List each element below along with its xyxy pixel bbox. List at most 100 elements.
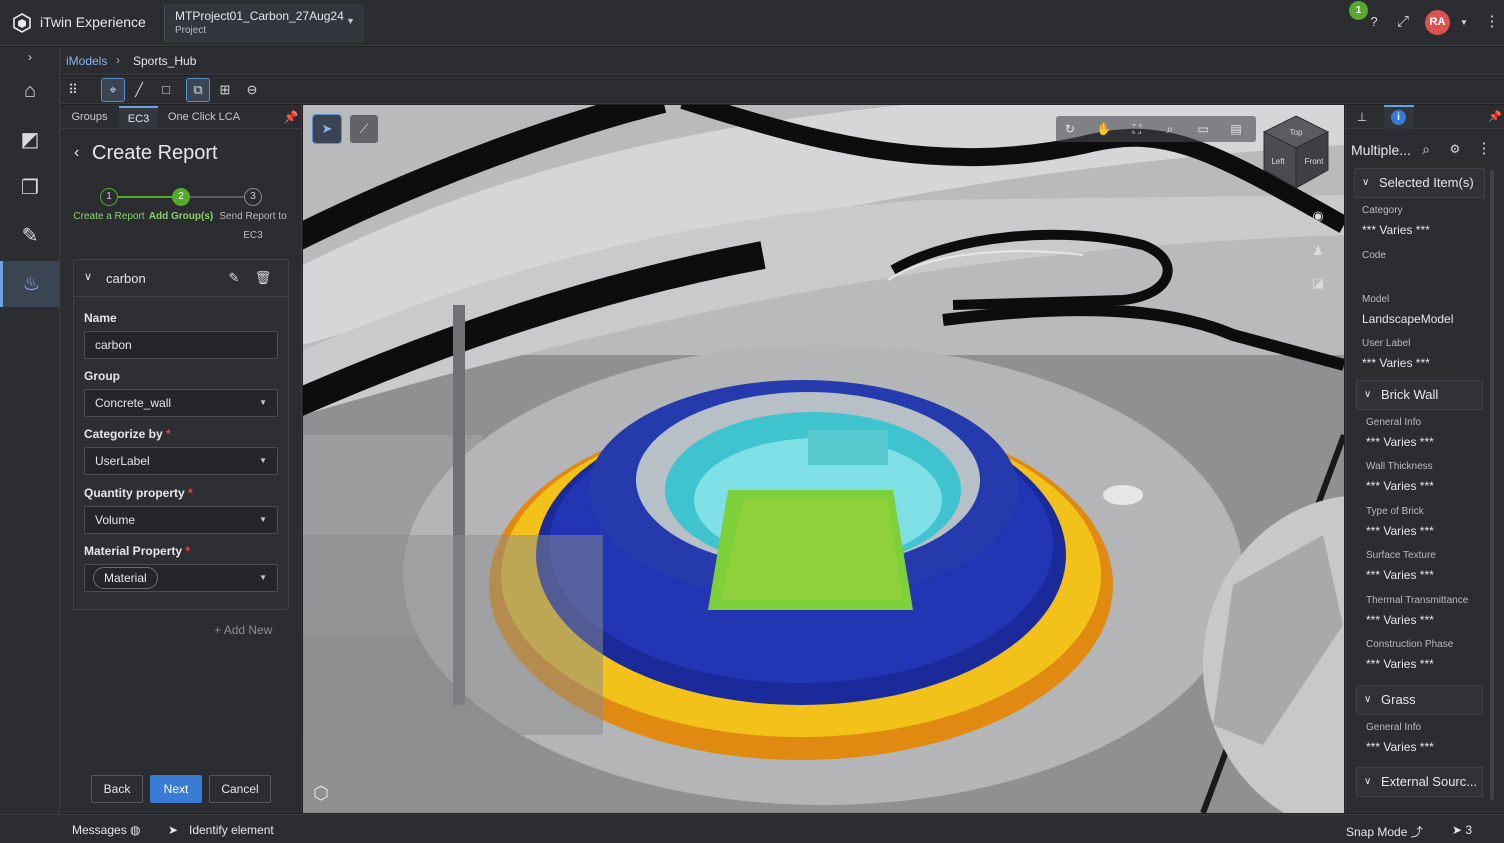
material-label: Material Property *: [84, 544, 191, 558]
walk-icon[interactable]: ♟: [1307, 240, 1329, 262]
carbon-footprint-icon[interactable]: ♨: [0, 261, 60, 307]
name-label: Name: [84, 311, 117, 325]
section-grass[interactable]: ∨ Grass: [1356, 685, 1483, 715]
cube-top-label: Top: [1290, 128, 1303, 137]
prop-value: *** Varies ***: [1366, 657, 1434, 671]
point-tool-icon[interactable]: ⌖: [101, 78, 125, 102]
camera-icon[interactable]: ◉: [1307, 205, 1329, 227]
prop-label: Wall Thickness: [1366, 461, 1433, 472]
prop-value: *** Varies ***: [1366, 479, 1434, 493]
view-cube[interactable]: Top Left Front: [1260, 112, 1332, 192]
breadcrumb-imodels[interactable]: iModels: [66, 54, 107, 68]
plus-icon: +: [214, 623, 222, 637]
selection-count[interactable]: ➤ 3: [1452, 823, 1472, 837]
documents-icon[interactable]: ❐: [0, 165, 60, 211]
back-button[interactable]: Back: [91, 775, 143, 803]
chevron-down-icon[interactable]: ∨: [84, 270, 92, 283]
material-select[interactable]: Material ▼: [84, 564, 278, 592]
prop-value: *** Varies ***: [1366, 435, 1434, 449]
pin-icon[interactable]: 📌: [280, 106, 302, 128]
add-new-button[interactable]: + Add New: [214, 623, 272, 637]
search-icon[interactable]: ⌕: [1415, 138, 1437, 160]
remove-icon[interactable]: ⊖: [241, 79, 263, 101]
tab-ec3[interactable]: EC3: [119, 106, 158, 128]
zoom-icon[interactable]: ⌕: [1159, 118, 1181, 140]
cursor-icon: ➤: [168, 823, 179, 837]
project-type: Project: [175, 25, 207, 36]
prop-label: Construction Phase: [1366, 639, 1454, 650]
back-chevron-icon[interactable]: ‹: [74, 144, 79, 162]
settings-toggle-icon[interactable]: ⚙: [1444, 138, 1466, 160]
scrollbar[interactable]: [1490, 170, 1494, 800]
section-selected-items[interactable]: ∨ Selected Item(s): [1354, 168, 1485, 198]
select-group-icon[interactable]: ⧉: [186, 78, 210, 102]
prop-value: *** Varies ***: [1366, 524, 1434, 538]
cancel-button[interactable]: Cancel: [209, 775, 271, 803]
chevron-right-icon: ›: [116, 53, 120, 67]
rectangle-tool-icon[interactable]: □: [155, 79, 177, 101]
measure-tool-icon[interactable]: ⟋: [350, 115, 378, 143]
tab-groups[interactable]: Groups: [62, 106, 117, 128]
window-area-icon[interactable]: ▭: [1192, 118, 1214, 140]
3d-viewport[interactable]: [303, 105, 1344, 813]
undo-view-icon[interactable]: ▤: [1225, 118, 1247, 140]
quantity-select-value: Volume: [95, 513, 136, 527]
material-tag[interactable]: Material: [93, 567, 158, 589]
chevron-down-icon: ∨: [1364, 389, 1372, 400]
next-button[interactable]: Next: [150, 775, 202, 803]
step-1-circle[interactable]: 1: [100, 188, 118, 206]
snap-mode-button[interactable]: Snap Mode ⤴: [1346, 823, 1423, 840]
tree-icon[interactable]: ⊥: [1351, 106, 1373, 128]
required-mark: *: [166, 427, 171, 441]
caret-down-icon: ▼: [259, 515, 267, 524]
fullscreen-icon[interactable]: ⤢: [1392, 11, 1414, 33]
cube-left-label: Left: [1271, 157, 1285, 166]
name-field[interactable]: carbon: [84, 331, 278, 359]
group-select[interactable]: Concrete_wall ▼: [84, 389, 278, 417]
quantity-select[interactable]: Volume ▼: [84, 506, 278, 534]
tab-one-click-lca[interactable]: One Click LCA: [160, 106, 248, 128]
expand-rail-icon[interactable]: ›: [0, 47, 60, 67]
step-3-circle[interactable]: 3: [244, 188, 262, 206]
group-name: carbon: [106, 271, 146, 286]
prop-label: Category: [1362, 205, 1403, 216]
snap-icon: ⤴: [1410, 825, 1423, 839]
step-1-label: Create a Report: [73, 211, 145, 222]
brush-icon[interactable]: ✎: [0, 213, 60, 259]
cursor-icon: ➤: [1452, 823, 1463, 837]
selection-title: Multiple...: [1351, 142, 1411, 158]
prop-label: Type of Brick: [1366, 506, 1424, 517]
more-vertical-icon[interactable]: ⋮: [1473, 138, 1495, 160]
pan-icon[interactable]: ✋: [1093, 118, 1115, 140]
required-mark: *: [185, 544, 191, 558]
help-icon[interactable]: ?: [1363, 11, 1385, 33]
section-icon[interactable]: ◪: [1307, 272, 1329, 294]
add-icon[interactable]: ⊞: [214, 79, 236, 101]
chevron-down-icon[interactable]: ▼: [1453, 12, 1475, 34]
fit-view-icon[interactable]: ⛶: [1126, 118, 1148, 140]
prop-label: General Info: [1366, 417, 1422, 428]
drag-handle-icon[interactable]: ⠿: [62, 79, 84, 101]
categorize-select[interactable]: UserLabel ▼: [84, 447, 278, 475]
section-external-source[interactable]: ∨ External Sourc...: [1356, 767, 1483, 797]
step-3-label: Send Report to EC3: [219, 211, 287, 241]
prop-label: Model: [1362, 294, 1390, 305]
line-tool-icon[interactable]: ╱: [128, 79, 150, 101]
toolbar: [60, 76, 1504, 104]
home-icon[interactable]: ⌂: [0, 68, 60, 114]
map-icon[interactable]: ◩: [0, 117, 60, 163]
itwin-logo-icon: [13, 13, 31, 33]
more-vertical-icon[interactable]: ⋮: [1481, 11, 1503, 33]
prop-label: Surface Texture: [1366, 550, 1436, 561]
edit-icon[interactable]: ✎: [223, 267, 245, 289]
pin-icon[interactable]: 📌: [1484, 106, 1504, 128]
caret-down-icon: ▼: [259, 456, 267, 465]
delete-icon[interactable]: 🗑: [252, 267, 274, 289]
avatar[interactable]: RA: [1425, 10, 1450, 35]
section-brick-wall[interactable]: ∨ Brick Wall: [1356, 380, 1483, 410]
messages-button[interactable]: Messages ◍: [72, 823, 141, 837]
prop-label: User Label: [1362, 338, 1411, 349]
step-2-circle[interactable]: 2: [172, 188, 190, 206]
rotate-icon[interactable]: ↻: [1059, 118, 1081, 140]
select-tool-icon[interactable]: ➤: [312, 114, 342, 144]
